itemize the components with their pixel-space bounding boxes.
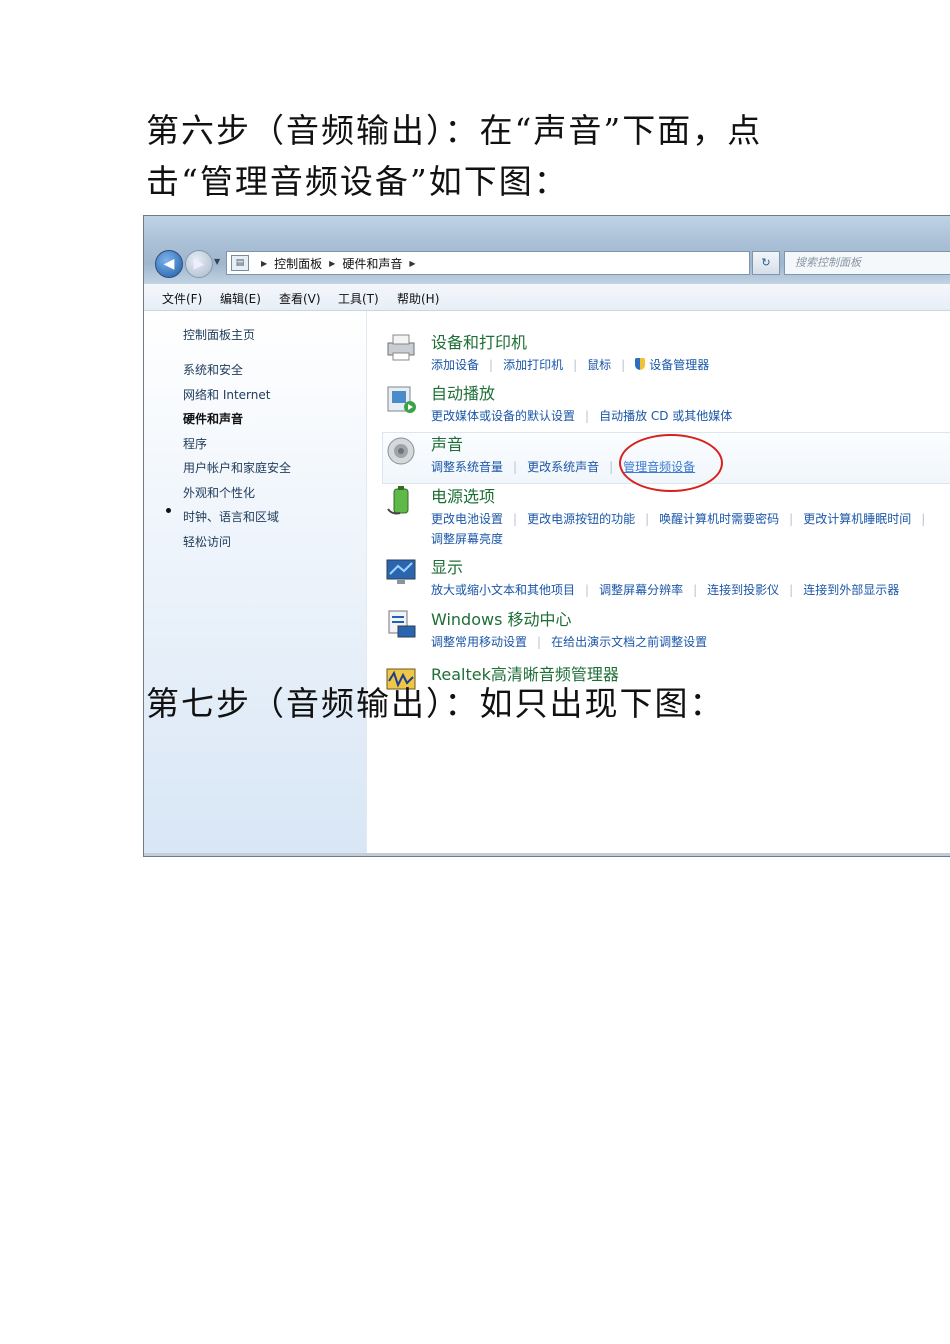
main-content: 设备和打印机 添加设备 | 添加打印机 | 鼠标 | 设备管理器 自动播放 更改媒体或设备的… [367,311,950,856]
link-power-buttons[interactable]: 更改电源按钮的功能 [527,512,635,526]
breadcrumb-hardware-sound[interactable]: 硬件和声音 [342,255,402,272]
link-mouse[interactable]: 鼠标 [587,358,611,372]
sidebar-item-ease-access[interactable]: 轻松访问 [183,533,231,550]
menu-bar: 文件(F) 编辑(E) 查看(V) 工具(T) 帮助(H) [144,284,950,311]
printer-icon [387,334,415,361]
link-text-size[interactable]: 放大或缩小文本和其他项目 [431,583,575,597]
active-bullet-icon [166,508,171,513]
mobility-center-icon [388,610,416,638]
chevron-right-icon[interactable]: ▶ [409,259,415,268]
forward-arrow-icon[interactable]: ▶ [185,250,213,278]
menu-view[interactable]: 查看(V) [279,290,321,307]
battery-icon [387,486,409,515]
window-bottom-border [144,853,950,856]
menu-file[interactable]: 文件(F) [162,290,202,307]
step6-line1: 第六步（音频输出）：在“声音”下面，点 [146,111,763,150]
link-external-display[interactable]: 连接到外部显示器 [803,583,899,597]
sidebar-item-appearance[interactable]: 外观和个性化 [183,484,255,501]
category-title[interactable]: Windows 移动中心 [431,606,707,630]
category-autoplay: 自动播放 更改媒体或设备的默认设置 | 自动播放 CD 或其他媒体 [431,380,732,424]
sidebar-item-user-accounts[interactable]: 用户帐户和家庭安全 [183,459,291,476]
link-wake-password[interactable]: 唤醒计算机时需要密码 [659,512,779,526]
control-panel-screenshot: ◀ ▶ ▼ ▤ ▶ 控制面板 ▶ 硬件和声音 ▶ ▼ ↻ 搜索控制面板 文件(F… [143,215,950,857]
sidebar-item-home[interactable]: 控制面板主页 [183,326,255,343]
category-devices-printers: 设备和打印机 添加设备 | 添加打印机 | 鼠标 | 设备管理器 [431,329,709,373]
link-brightness[interactable]: 调整屏幕亮度 [431,532,503,546]
control-panel-icon: ▤ [231,255,249,271]
link-add-device[interactable]: 添加设备 [431,358,479,372]
link-add-printer[interactable]: 添加打印机 [503,358,563,372]
link-autoplay-cd[interactable]: 自动播放 CD 或其他媒体 [599,409,732,423]
monitor-icon [386,559,416,584]
category-title[interactable]: 自动播放 [431,380,732,404]
link-sleep-time[interactable]: 更改计算机睡眠时间 [803,512,911,526]
chevron-right-icon[interactable]: ▶ [261,259,267,268]
sidebar-item-hardware-sound[interactable]: 硬件和声音 [183,410,243,427]
link-presentation-settings[interactable]: 在给出演示文档之前调整设置 [551,635,707,649]
sidebar-item-network[interactable]: 网络和 Internet [183,386,270,403]
menu-edit[interactable]: 编辑(E) [220,290,261,307]
shield-icon [635,358,646,370]
autoplay-icon [387,386,416,413]
breadcrumb-control-panel[interactable]: 控制面板 [274,255,322,272]
sidebar-item-system-security[interactable]: 系统和安全 [183,361,243,378]
menu-help[interactable]: 帮助(H) [397,290,439,307]
sidebar: 控制面板主页 系统和安全 网络和 Internet 硬件和声音 程序 用户帐户和… [144,311,367,856]
link-battery-settings[interactable]: 更改电池设置 [431,512,503,526]
link-adjust-volume[interactable]: 调整系统音量 [431,460,503,474]
link-resolution[interactable]: 调整屏幕分辨率 [599,583,683,597]
step7-line: 第七步（音频输出）：如只出现下图： [146,684,725,723]
link-device-manager[interactable]: 设备管理器 [649,358,709,372]
step6-line2: 击“管理音频设备”如下图： [146,162,569,201]
sidebar-item-clock-region[interactable]: 时钟、语言和区域 [183,508,279,525]
category-title[interactable]: 显示 [431,554,899,578]
category-power: 电源选项 更改电池设置 | 更改电源按钮的功能 | 唤醒计算机时需要密码 | 更改计算机睡眠… [431,483,935,547]
category-mobility-center: Windows 移动中心 调整常用移动设置 | 在给出演示文档之前调整设置 [431,606,707,650]
menu-tools[interactable]: 工具(T) [338,290,379,307]
address-bar[interactable]: ▤ ▶ 控制面板 ▶ 硬件和声音 ▶ ▼ [226,251,823,275]
window-titlebar: ◀ ▶ ▼ ▤ ▶ 控制面板 ▶ 硬件和声音 ▶ ▼ ↻ 搜索控制面板 [144,216,950,284]
category-title[interactable]: 电源选项 [431,483,935,507]
link-change-default[interactable]: 更改媒体或设备的默认设置 [431,409,575,423]
refresh-icon[interactable]: ↻ [752,251,780,275]
back-arrow-icon[interactable]: ◀ [155,250,183,278]
sidebar-item-programs[interactable]: 程序 [183,435,207,452]
category-display: 显示 放大或缩小文本和其他项目 | 调整屏幕分辨率 | 连接到投影仪 | 连接到外部显示器 [431,554,899,598]
speaker-icon [387,437,415,465]
link-mobility-settings[interactable]: 调整常用移动设置 [431,635,527,649]
link-change-sounds[interactable]: 更改系统声音 [527,460,599,474]
category-title[interactable]: 设备和打印机 [431,329,709,353]
chevron-right-icon[interactable]: ▶ [329,259,335,268]
search-input[interactable]: 搜索控制面板 [784,251,950,275]
history-dropdown-icon[interactable]: ▼ [214,257,220,266]
link-projector[interactable]: 连接到投影仪 [707,583,779,597]
